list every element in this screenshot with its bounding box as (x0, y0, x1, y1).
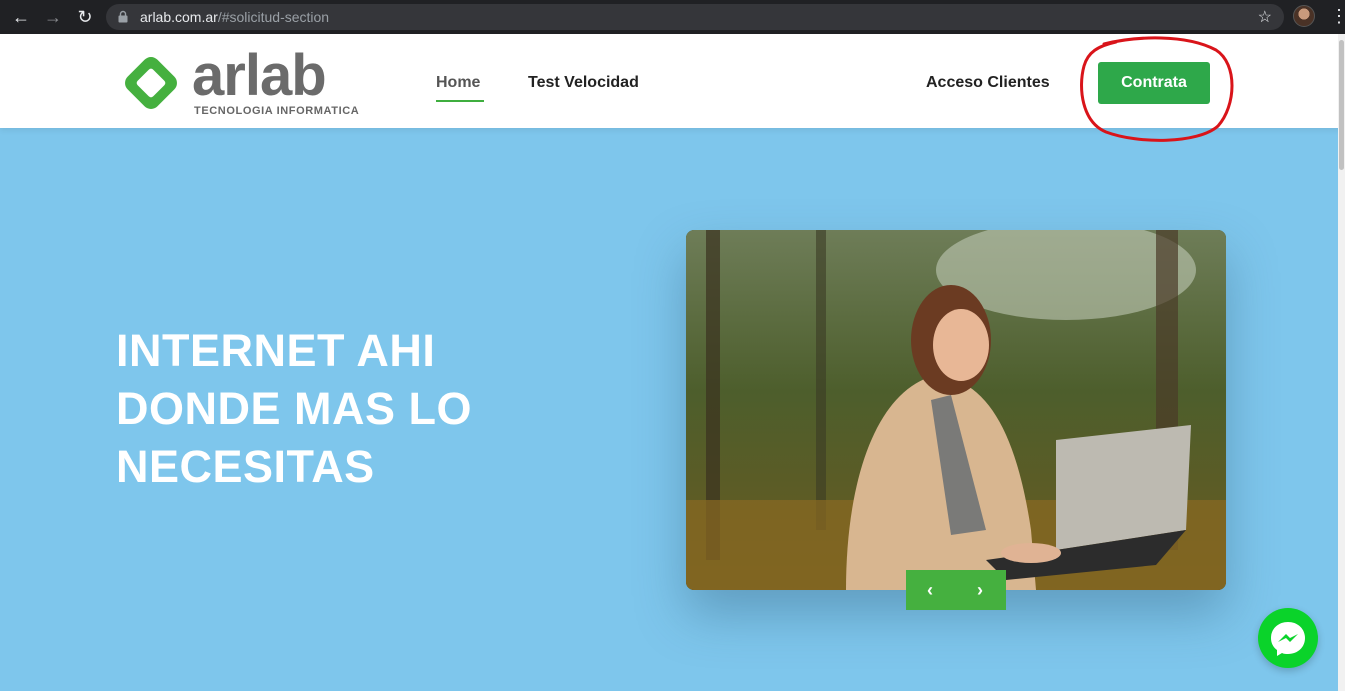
chevron-left-icon[interactable]: ‹ (920, 579, 940, 601)
slider-controls: ‹ › (906, 570, 1006, 610)
scrollbar-thumb[interactable] (1339, 40, 1344, 170)
site-header: arlab TECNOLOGIA INFORMATICA Home Test V… (0, 34, 1345, 128)
lock-icon (118, 10, 128, 23)
url-path: /#solicitud-section (217, 9, 330, 25)
star-icon[interactable]: ☆ (1258, 7, 1272, 27)
nav-acceso-clientes[interactable]: Acceso Clientes (926, 74, 1050, 92)
browser-menu-icon[interactable]: ⋮ (1330, 5, 1345, 27)
address-bar[interactable]: arlab.com.ar/#solicitud-section ☆ (106, 4, 1284, 30)
nav-test-velocidad[interactable]: Test Velocidad (528, 74, 639, 92)
chevron-right-icon[interactable]: › (970, 579, 990, 601)
diamond-logo-icon (125, 57, 177, 109)
url-host: arlab.com.ar (140, 9, 218, 25)
hero-photo (686, 230, 1226, 590)
contrata-button[interactable]: Contrata (1098, 62, 1210, 104)
logo-word: arlab (192, 43, 327, 108)
url-text: arlab.com.ar/#solicitud-section (140, 9, 329, 25)
forward-icon[interactable]: → (42, 6, 64, 28)
back-icon[interactable]: ← (10, 6, 32, 28)
messenger-chat-button[interactable] (1258, 608, 1318, 668)
messenger-icon (1271, 622, 1305, 656)
woman-laptop-image (686, 230, 1226, 590)
profile-avatar[interactable] (1293, 5, 1315, 27)
browser-toolbar: ← → ↻ arlab.com.ar/#solicitud-section ☆ … (0, 0, 1345, 34)
hero-title: INTERNET AHI DONDE MAS LO NECESITAS (116, 325, 473, 492)
active-nav-indicator (436, 100, 484, 102)
logo-tagline: TECNOLOGIA INFORMATICA (194, 105, 360, 117)
reload-icon[interactable]: ↻ (74, 6, 96, 28)
nav-home[interactable]: Home (436, 74, 480, 92)
arlab-logo[interactable]: arlab TECNOLOGIA INFORMATICA (118, 43, 360, 118)
